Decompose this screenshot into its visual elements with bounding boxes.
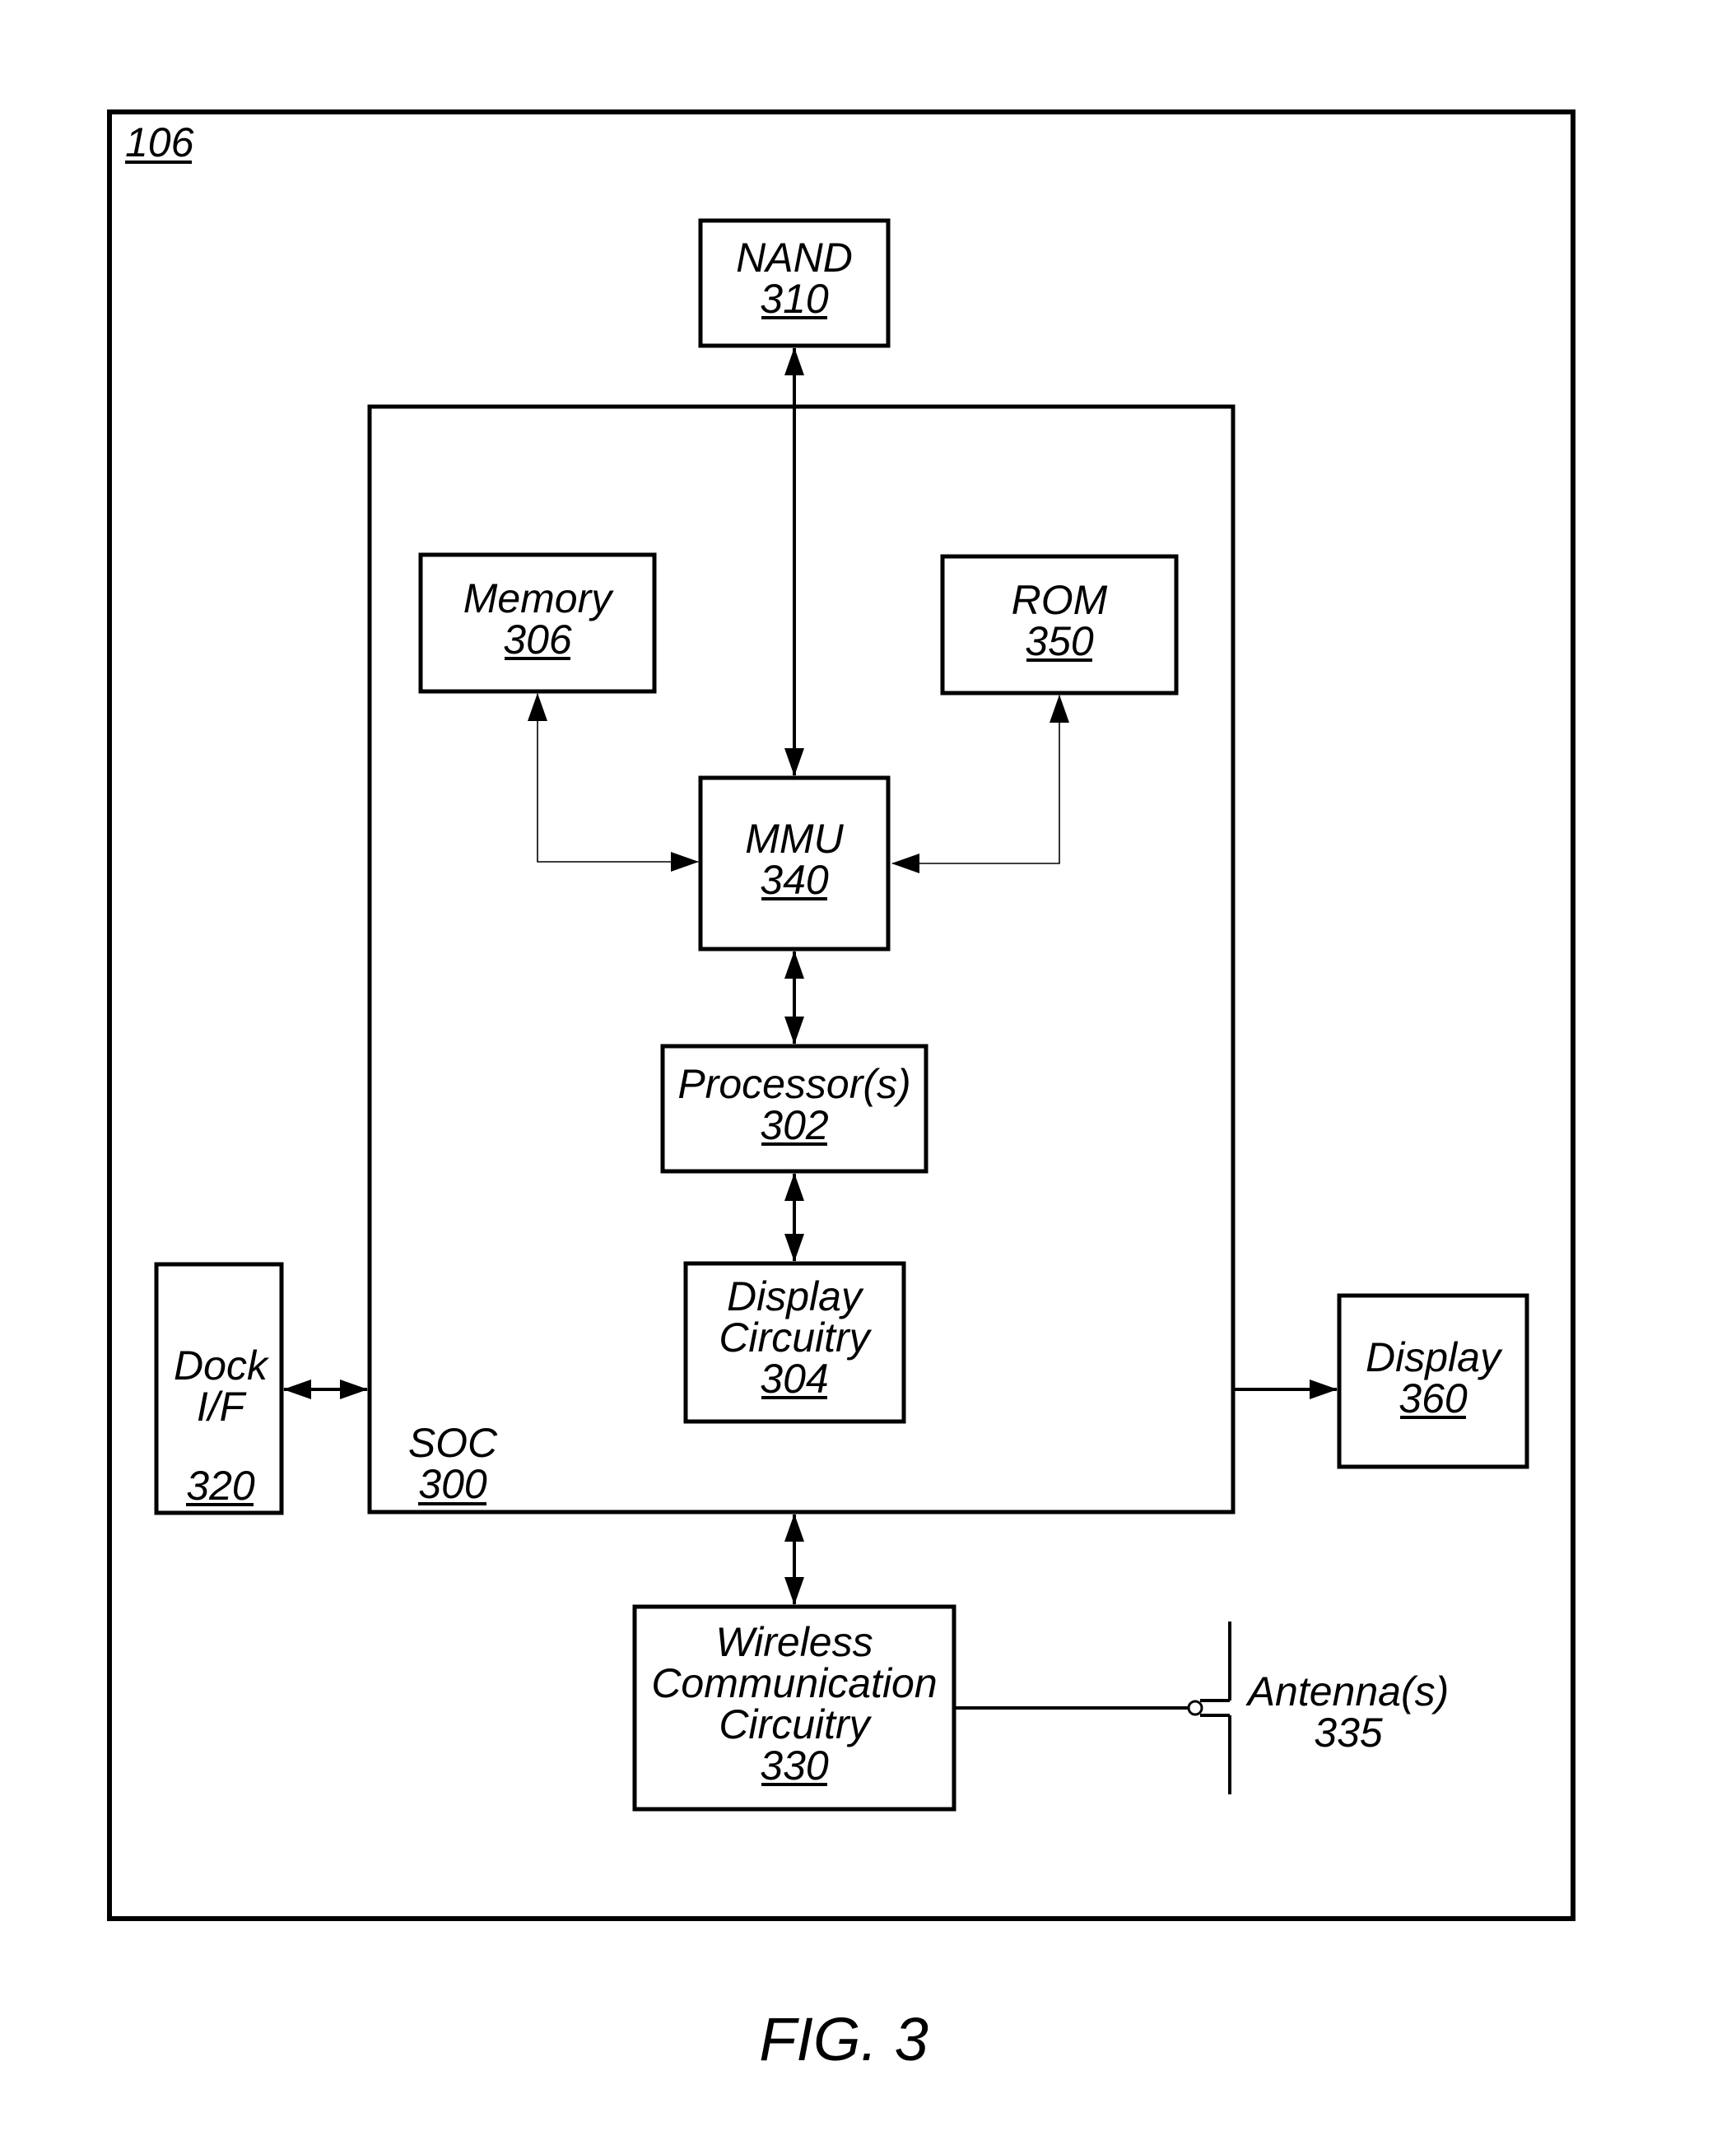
mmu-name: MMU — [745, 816, 844, 862]
wireless-ref: 330 — [760, 1742, 829, 1789]
display-circuitry-ref: 304 — [760, 1356, 828, 1402]
antenna-feed-icon — [1187, 1700, 1203, 1716]
memory-ref: 306 — [503, 617, 572, 663]
rom-name: ROM — [1012, 577, 1108, 623]
wireless-name-3: Circuitry — [719, 1701, 872, 1747]
mmu-block: MMU 340 — [698, 775, 891, 952]
display-name: Display — [1366, 1334, 1503, 1380]
rom-block: ROM 350 — [940, 554, 1179, 696]
nand-name: NAND — [736, 235, 853, 281]
dock-if-block: Dock I/F 320 — [154, 1262, 284, 1515]
dock-ref: 320 — [186, 1463, 255, 1509]
soc-name: SOC — [408, 1420, 498, 1466]
processor-block: Processor(s) 302 — [660, 1044, 929, 1174]
processor-name: Processor(s) — [677, 1061, 910, 1107]
block-diagram: 106 SOC 300 NAND 310 Memory 306 ROM 350 … — [107, 109, 1575, 2073]
memory-name: Memory — [463, 575, 615, 621]
mmu-ref: 340 — [760, 857, 829, 903]
dock-name-1: Dock — [174, 1342, 270, 1389]
nand-ref: 310 — [760, 276, 829, 322]
display-block: Display 360 — [1337, 1293, 1529, 1469]
display-circuitry-block: Display Circuitry 304 — [683, 1261, 906, 1424]
nand-block: NAND 310 — [698, 218, 891, 348]
processor-ref: 302 — [760, 1102, 829, 1148]
wireless-block: Wireless Communication Circuitry 330 — [632, 1604, 956, 1812]
antenna-ref: 335 — [1314, 1710, 1383, 1756]
display-ref: 360 — [1399, 1375, 1468, 1421]
display-circuitry-name-1: Display — [727, 1273, 864, 1319]
display-circuitry-name-2: Circuitry — [719, 1314, 872, 1361]
wireless-name-2: Communication — [651, 1660, 937, 1706]
device-ref-label: 106 — [125, 119, 194, 165]
wireless-name-1: Wireless — [715, 1619, 873, 1665]
rom-ref: 350 — [1025, 618, 1094, 664]
antenna-symbol: Antenna(s) 335 — [954, 1622, 1449, 1794]
dock-name-2: I/F — [197, 1384, 247, 1430]
memory-block: Memory 306 — [418, 552, 657, 694]
antenna-name: Antenna(s) — [1245, 1668, 1450, 1715]
soc-ref: 300 — [418, 1461, 487, 1507]
figure-caption: FIG. 3 — [759, 2005, 929, 2073]
